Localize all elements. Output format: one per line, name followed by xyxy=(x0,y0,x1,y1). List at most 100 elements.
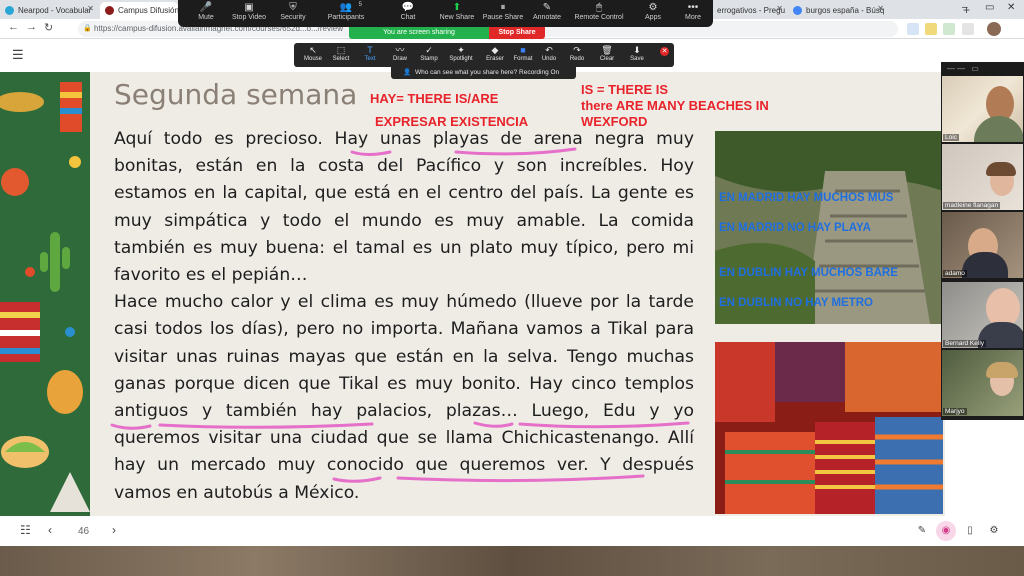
minimize-icon[interactable]: – xyxy=(962,2,968,13)
participant-tile[interactable]: adamo xyxy=(942,212,1023,278)
participant-hair xyxy=(986,162,1016,176)
recording-notice[interactable]: 👤 Who can see what you share here? Recor… xyxy=(391,67,576,79)
cursor-icon: ↖ xyxy=(309,45,317,55)
hamburger-menu-icon[interactable]: ☰ xyxy=(12,47,24,63)
tab-label: Campus Difusión xyxy=(118,6,178,15)
lock-icon: 🔒 xyxy=(83,25,92,32)
annotation-toolbar: ↖ Mouse ⬚ Select T Text 〰 Draw ✓ Stamp ✦ Spotl… xyxy=(294,43,674,67)
close-annotation-icon[interactable]: ✕ xyxy=(660,47,669,56)
reload-icon[interactable]: ↻ xyxy=(44,21,53,34)
desktop-background xyxy=(0,546,1024,576)
stamp-tool-button[interactable]: ✓ Stamp xyxy=(414,45,444,62)
security-button[interactable]: ⛨ Security xyxy=(265,2,321,21)
paragraph: Hace mucho calor y el clima es muy húmed… xyxy=(114,292,694,503)
forward-icon[interactable]: → xyxy=(26,21,37,33)
spotlight-tool-button[interactable]: ✦ Spotlight xyxy=(446,45,476,62)
panel-drag-handle-icon[interactable]: —— ▭ xyxy=(947,64,981,73)
text-icon: T xyxy=(367,45,373,55)
undo-icon: ↶ xyxy=(545,45,553,55)
annotate-button[interactable]: ✎ Annotate xyxy=(519,2,575,21)
back-icon[interactable]: ← xyxy=(8,21,19,33)
participant-shoulders xyxy=(974,116,1023,142)
tab-label: errogativos - Pregu xyxy=(717,6,786,15)
chat-icon: 💬 xyxy=(401,2,415,13)
mouse-tool-button[interactable]: ↖ Mouse xyxy=(298,45,328,62)
participant-name: Marjyo xyxy=(943,408,967,415)
next-page-icon[interactable]: › xyxy=(112,523,116,537)
stamp-icon: ✓ xyxy=(425,45,433,55)
annotation-text: EN DUBLIN HAY MUCHOS BARE xyxy=(719,267,898,279)
person-icon: 👤 xyxy=(403,69,412,76)
book-icon[interactable]: ▯ xyxy=(960,521,980,541)
undo-button[interactable]: ↶ Undo xyxy=(534,45,564,62)
clear-button[interactable]: 🗑 Clear xyxy=(592,45,622,62)
trash-icon: 🗑 xyxy=(601,45,613,55)
extension-icon[interactable] xyxy=(962,23,974,35)
save-button[interactable]: ⬇ Save xyxy=(622,45,652,62)
extension-icon[interactable] xyxy=(907,23,919,35)
participant-name: adamo xyxy=(943,270,967,277)
annotation-text: EN DUBLIN NO HAY METRO xyxy=(719,297,873,309)
close-icon[interactable]: ✕ xyxy=(776,4,783,13)
list-icon[interactable]: ☷ xyxy=(20,523,31,537)
participant-count: 5 xyxy=(358,2,362,8)
annotation-text: EXPRESAR EXISTENCIA xyxy=(375,114,529,129)
page-number: 46 xyxy=(78,526,90,537)
google-favicon-icon xyxy=(793,6,802,15)
draw-icon: 〰 xyxy=(395,45,405,55)
paragraph: Aquí todo es precioso. Hay unas playas d… xyxy=(114,129,694,286)
annotation-text: EN MADRID HAY MUCHOS MUS xyxy=(719,192,894,204)
tab-campus-difusion[interactable]: Campus Difusión xyxy=(100,2,178,19)
annotation-text: HAY= THERE IS/ARE xyxy=(370,91,499,106)
window-close-icon[interactable]: ✕ xyxy=(1007,2,1015,13)
mexican-pattern-illustration xyxy=(0,72,90,516)
close-icon[interactable]: ✕ xyxy=(87,4,94,13)
participant-tile[interactable]: madleine flanagan xyxy=(942,144,1023,210)
decorative-pattern xyxy=(0,72,90,516)
annotation-text: EN MADRID NO HAY PLAYA xyxy=(719,222,871,234)
settings-gear-icon[interactable]: ⚙ xyxy=(984,521,1004,541)
maximize-icon[interactable]: ▭ xyxy=(985,2,994,13)
text-tool-button[interactable]: T Text xyxy=(355,45,385,62)
edit-icon[interactable]: ✎ xyxy=(912,521,932,541)
slide-controls-bar xyxy=(0,518,1024,546)
participant-hair xyxy=(986,362,1018,378)
mouse-icon: 🖱 xyxy=(596,2,602,13)
remote-control-button[interactable]: 🖱 Remote Control xyxy=(571,2,627,21)
participants-icon: 👥 xyxy=(339,2,353,13)
screen-sharing-indicator: You are screen sharing xyxy=(349,27,489,39)
redo-button[interactable]: ↷ Redo xyxy=(562,45,592,62)
eraser-icon: ◆ xyxy=(491,45,499,55)
close-icon[interactable]: ✕ xyxy=(877,4,884,13)
save-icon: ⬇ xyxy=(633,45,641,55)
eraser-tool-button[interactable]: ◆ Eraser xyxy=(480,45,510,62)
draw-tool-button[interactable]: 〰 Draw xyxy=(385,45,415,62)
tab-interrogativos[interactable]: errogativos - Pregu ✕ xyxy=(713,2,787,19)
redo-icon: ↷ xyxy=(573,45,581,55)
extension-icon[interactable] xyxy=(925,23,937,35)
chat-button[interactable]: 💬 Chat xyxy=(380,2,436,21)
campus-favicon-icon xyxy=(105,6,114,15)
previous-page-icon[interactable]: ‹ xyxy=(48,523,52,537)
shield-icon: ⛨ xyxy=(289,2,297,13)
participant-shoulders xyxy=(962,252,1008,278)
stop-share-button[interactable]: Stop Share xyxy=(489,27,545,39)
extension-icon[interactable] xyxy=(943,23,955,35)
annotation-text: WEXFORD xyxy=(581,114,648,129)
participant-name: Bernard Kelly xyxy=(943,340,987,347)
participant-tile[interactable]: Bernard Kelly xyxy=(942,282,1023,348)
select-tool-button[interactable]: ⬚ Select xyxy=(326,45,356,62)
tab-nearpod[interactable]: Nearpod - Vocabular ✕ xyxy=(0,2,98,19)
participant-tile[interactable]: Marjyo xyxy=(942,350,1023,416)
annotation-text: IS = THERE IS xyxy=(581,82,669,97)
nearpod-favicon-icon xyxy=(5,6,14,15)
participants-button[interactable]: 👥 5 Participants xyxy=(318,2,374,21)
eye-icon[interactable]: ◉ xyxy=(936,521,956,541)
textiles-drawing xyxy=(715,342,943,514)
tab-burgos[interactable]: burgos españa - Búsq ✕ xyxy=(788,2,888,19)
profile-avatar[interactable] xyxy=(987,22,1001,36)
pen-icon: ✎ xyxy=(542,2,552,13)
more-button[interactable]: ••• More xyxy=(665,2,721,21)
participant-name: madleine flanagan xyxy=(943,202,1001,209)
participant-tile[interactable]: Loic xyxy=(942,76,1023,142)
